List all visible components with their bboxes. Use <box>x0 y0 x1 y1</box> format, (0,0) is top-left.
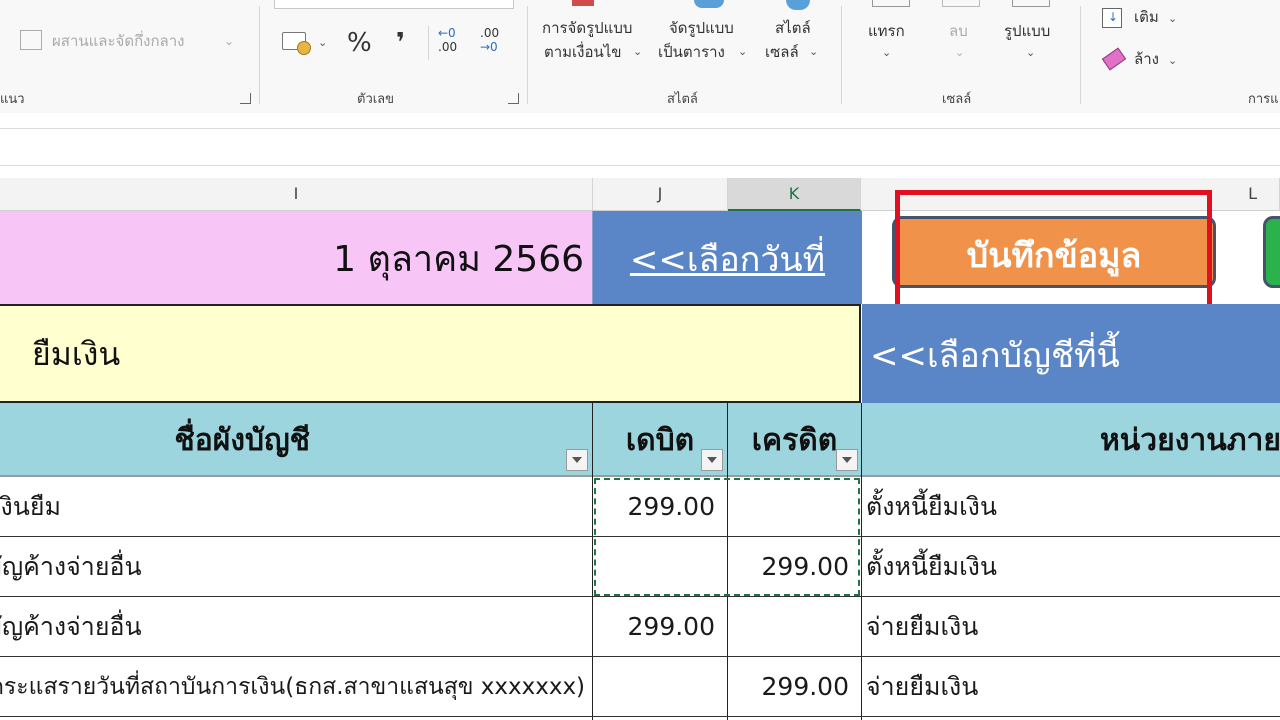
fill-icon: ↓ <box>1102 8 1122 28</box>
filter-dropdown-icon[interactable] <box>836 449 858 471</box>
row3-description[interactable]: จ่ายยืมเงิน <box>866 597 978 657</box>
gridline <box>592 211 593 304</box>
column-header-j[interactable]: J <box>593 178 728 210</box>
row4-description[interactable]: จ่ายยืมเงิน <box>866 657 978 717</box>
chevron-down-icon[interactable]: ⌄ <box>224 30 234 52</box>
format-as-table-line2[interactable]: เป็นตาราง <box>658 41 725 63</box>
merge-center-label[interactable]: ผสานและจัดกึ่งกลาง <box>52 30 185 52</box>
account-value: ยืมเงิน <box>32 335 121 373</box>
cell-styles-line1[interactable]: สไตล์ <box>775 17 811 39</box>
ribbon: ผสานและจัดกึ่งกลาง ⌄ แนว ⌄ % ❜ ←0.00 .00… <box>0 0 1280 113</box>
formula-bar[interactable] <box>0 128 1280 166</box>
row4-account[interactable]: กระแสรายวันที่สถาบันการเงิน(ธกส.สาขาแสนส… <box>0 657 585 717</box>
insert-cells-icon <box>872 0 910 7</box>
choose-date-link[interactable]: <<เลือกวันที่ <box>593 211 862 304</box>
choose-account-link[interactable]: <<เลือกบัญชีที่นี้ <box>870 304 1120 403</box>
chevron-down-icon[interactable]: ⌄ <box>1168 50 1177 72</box>
group-separator <box>1080 6 1081 104</box>
date-value: 1 ตุลาคม 2566 <box>333 239 584 280</box>
increase-decimal-icon[interactable]: ←0.00 <box>438 26 468 58</box>
gridline <box>592 403 593 720</box>
column-header-k[interactable]: K <box>728 178 861 211</box>
row4-credit[interactable]: 299.00 <box>728 657 849 717</box>
decrease-decimal-icon[interactable]: .00 →0 <box>480 26 510 58</box>
cells-group-label: เซลล์ <box>942 92 972 107</box>
format-as-table-line1[interactable]: จัดรูปแบบ <box>669 17 734 39</box>
row1-account[interactable]: เงินยืม <box>0 477 61 537</box>
chevron-down-icon[interactable]: ⌄ <box>1026 42 1035 64</box>
editing-group-label: การแ <box>1248 92 1279 107</box>
header-account-name: ชื่อผังบัญชี <box>174 423 310 458</box>
chevron-down-icon[interactable]: ⌄ <box>955 42 964 64</box>
conditional-formatting-icon <box>572 0 594 6</box>
styles-group-label: สไตล์ <box>667 92 698 107</box>
clear-button[interactable]: ล้าง <box>1134 48 1159 70</box>
group-separator <box>527 6 528 104</box>
insert-cells-button[interactable]: แทรก <box>868 20 905 42</box>
row1-description[interactable]: ตั้งหนี้ยืมเงิน <box>866 477 997 537</box>
accounting-format-icon[interactable] <box>282 32 311 55</box>
row2-description[interactable]: ตั้งหนี้ยืมเงิน <box>866 537 997 597</box>
cell-styles-icon <box>786 0 810 10</box>
delete-cells-button[interactable]: ลบ <box>949 20 968 42</box>
format-cells-button[interactable]: รูปแบบ <box>1004 20 1050 42</box>
group-separator <box>428 26 429 60</box>
delete-cells-icon <box>942 0 980 7</box>
chevron-down-icon[interactable]: ⌄ <box>633 41 642 63</box>
chevron-down-icon[interactable]: ⌄ <box>809 41 818 63</box>
highlight-box <box>895 190 1212 310</box>
percent-style-button[interactable]: % <box>347 28 372 58</box>
header-unit: หน่วยงานภาย <box>1100 423 1280 458</box>
comma-style-button[interactable]: ❜ <box>396 28 405 58</box>
alignment-group-label: แนว <box>0 92 25 107</box>
conditional-formatting-line1[interactable]: การจัดรูปแบบ <box>542 17 632 39</box>
row3-account[interactable]: บัญค้างจ่ายอื่น <box>0 597 142 657</box>
alignment-dialog-launcher[interactable] <box>240 93 251 104</box>
chevron-down-icon[interactable]: ⌄ <box>1168 8 1177 30</box>
group-separator <box>259 6 260 104</box>
number-format-dropdown[interactable] <box>274 0 514 9</box>
merge-center-icon <box>20 30 42 50</box>
chevron-down-icon[interactable]: ⌄ <box>738 41 747 63</box>
format-as-table-icon <box>694 0 724 8</box>
number-group-label: ตัวเลข <box>357 92 395 107</box>
filter-dropdown-icon[interactable] <box>701 449 723 471</box>
chevron-down-icon[interactable]: ⌄ <box>318 32 327 54</box>
number-dialog-launcher[interactable] <box>508 93 519 104</box>
filter-dropdown-icon[interactable] <box>566 449 588 471</box>
copy-selection-border <box>594 478 860 596</box>
column-header-i[interactable]: I <box>0 178 593 210</box>
green-button[interactable] <box>1263 216 1280 288</box>
fill-button[interactable]: เติม <box>1134 6 1159 28</box>
conditional-formatting-line2[interactable]: ตามเงื่อนไข <box>544 41 622 63</box>
row3-debit[interactable]: 299.00 <box>593 597 715 657</box>
group-separator <box>841 6 842 104</box>
account-cell[interactable] <box>0 304 861 403</box>
eraser-icon <box>1101 47 1127 71</box>
cell-styles-line2[interactable]: เซลล์ <box>765 41 799 63</box>
format-cells-icon <box>1012 0 1050 7</box>
row2-account[interactable]: บัญค้างจ่ายอื่น <box>0 537 142 597</box>
gridline <box>861 403 862 720</box>
chevron-down-icon[interactable]: ⌄ <box>882 42 891 64</box>
